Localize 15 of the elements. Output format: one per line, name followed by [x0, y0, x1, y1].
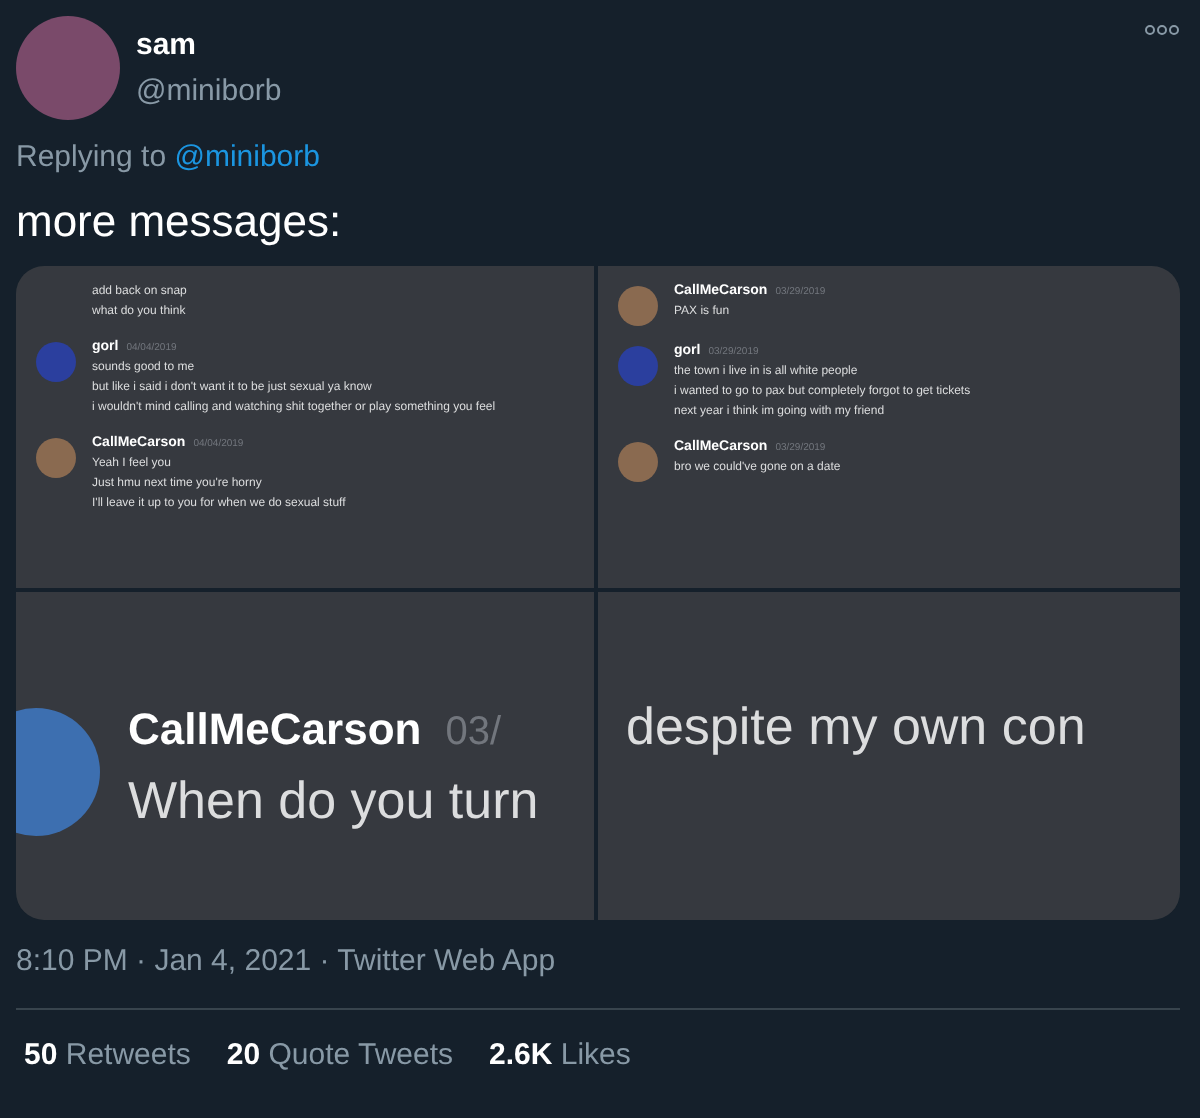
username: CallMeCarson [128, 703, 422, 753]
message-text: When do you turn [128, 767, 539, 833]
more-icon[interactable] [1144, 24, 1180, 36]
author-handle: @miniborb [136, 71, 284, 111]
tweet-timestamp: 8:10 PM · Jan 4, 2021 · Twitter Web App [16, 941, 558, 981]
reply-label: Replying to [16, 140, 167, 174]
tweet-text: more messages: [16, 193, 344, 249]
stat-link[interactable]: 50 Retweets [24, 1034, 191, 1079]
stat-link[interactable]: 20 Quote Tweets [226, 1034, 454, 1079]
avatar-icon [16, 16, 120, 120]
author-name: sam [136, 26, 199, 66]
message-date: 03/ [445, 709, 502, 753]
reply-handle-link[interactable]: @miniborb [174, 140, 320, 174]
stat-link[interactable]: 2.6K Likes [489, 1034, 631, 1079]
message-text: despite my own con [626, 693, 1086, 759]
